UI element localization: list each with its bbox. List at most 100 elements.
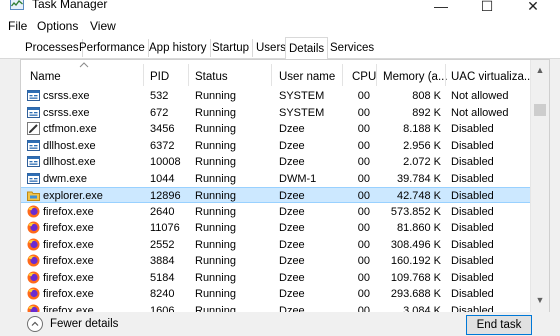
cell-cpu: 00 — [357, 139, 370, 152]
vertical-scrollbar[interactable]: ▲ ▼ — [530, 60, 549, 312]
cell-name: firefox.exe — [43, 205, 94, 218]
column-header-cpu[interactable]: CPU — [352, 71, 376, 83]
table-row[interactable]: firefox.exe 11076 Running Dzee 00 81.860 K Dis… — [21, 220, 531, 236]
ctfmon-pen-icon — [27, 122, 40, 135]
table-row[interactable]: dllhost.exe 6372 Running Dzee 00 2.956 K Disab… — [21, 138, 531, 154]
cell-uac: Disabled — [451, 139, 494, 152]
title-bar: Task Manager — ☐ ✕ — [0, 0, 560, 16]
tab-app-history[interactable]: App history — [146, 39, 211, 57]
scroll-up-arrow-icon[interactable]: ▲ — [531, 62, 549, 78]
cell-mem: 2.956 K — [403, 139, 441, 152]
column-divider[interactable] — [143, 64, 144, 86]
table-row[interactable]: firefox.exe 8240 Running Dzee 00 293.688 K Dis… — [21, 286, 531, 302]
cell-pid: 10008 — [150, 156, 181, 168]
cell-name: firefox.exe — [43, 288, 94, 300]
firefox-icon — [27, 205, 40, 218]
menu-file[interactable]: File — [8, 19, 27, 33]
tab-processes[interactable]: Processes — [22, 39, 83, 57]
cell-uac: Disabled — [451, 271, 494, 284]
cell-status: Running — [195, 255, 236, 267]
cell-mem: 42.748 K — [396, 190, 441, 202]
cell-user: Dzee — [279, 205, 305, 218]
column-header-status[interactable]: Status — [195, 71, 228, 83]
cell-uac: Disabled — [451, 205, 494, 218]
cell-name: dllhost.exe — [43, 156, 96, 168]
cell-uac: Disabled — [451, 123, 494, 135]
column-divider[interactable] — [445, 64, 446, 86]
cell-cpu: 00 — [357, 172, 370, 185]
table-row[interactable]: dwm.exe 1044 Running DWM-1 00 39.784 K Disable… — [21, 171, 531, 187]
scroll-thumb[interactable] — [534, 104, 546, 116]
cell-user: Dzee — [279, 156, 305, 168]
tab-startup[interactable]: Startup — [209, 39, 254, 57]
table-row[interactable]: firefox.exe 2552 Running Dzee 00 308.496 K Dis… — [21, 237, 531, 253]
system-process-icon — [27, 172, 40, 185]
task-manager-icon — [10, 0, 24, 10]
cell-mem: 109.768 K — [390, 271, 441, 284]
cell-status: Running — [195, 271, 236, 284]
menu-view[interactable]: View — [90, 19, 116, 33]
cell-mem: 8.188 K — [403, 123, 441, 135]
column-header-pid[interactable]: PID — [150, 71, 169, 83]
table-row[interactable]: firefox.exe 3884 Running Dzee 00 160.192 K Dis… — [21, 253, 531, 269]
system-process-icon — [27, 106, 40, 119]
cell-name: firefox.exe — [43, 238, 94, 251]
column-header-user-name[interactable]: User name — [279, 71, 335, 83]
cell-user: DWM-1 — [279, 172, 317, 185]
cell-uac: Not allowed — [451, 90, 509, 102]
cell-pid: 11076 — [150, 222, 180, 234]
cell-pid: 12896 — [150, 190, 181, 202]
cell-status: Running — [195, 238, 236, 251]
process-details-table: Name PID Status User name CPU Memory (a.… — [20, 59, 550, 313]
maximize-button[interactable]: ☐ — [464, 0, 510, 16]
menu-options[interactable]: Options — [37, 19, 78, 33]
column-divider[interactable] — [271, 64, 272, 86]
column-header-name[interactable]: Name — [30, 71, 61, 83]
column-header-memory[interactable]: Memory (a... — [383, 71, 448, 83]
system-process-icon — [27, 89, 40, 102]
cell-cpu: 00 — [357, 271, 370, 284]
cell-cpu: 00 — [357, 106, 370, 119]
tab-performance[interactable]: Performance — [76, 39, 149, 57]
table-row[interactable]: csrss.exe 532 Running SYSTEM 00 808 K Not allo… — [21, 88, 531, 104]
table-row[interactable]: firefox.exe 5184 Running Dzee 00 109.768 K Dis… — [21, 270, 531, 286]
cell-mem: 308.496 K — [390, 238, 441, 251]
cell-pid: 3456 — [150, 123, 175, 135]
cell-name: ctfmon.exe — [43, 123, 97, 135]
tab-services[interactable]: Services — [327, 39, 377, 57]
firefox-icon — [27, 254, 40, 267]
cell-mem: 2.072 K — [403, 156, 441, 168]
minimize-button[interactable]: — — [418, 0, 464, 16]
column-header-uac-virtualization[interactable]: UAC virtualiza... — [451, 71, 533, 83]
column-divider[interactable] — [188, 64, 189, 86]
cell-mem: 160.192 K — [390, 255, 441, 267]
table-row[interactable]: csrss.exe 672 Running SYSTEM 00 892 K Not allo… — [21, 105, 531, 121]
table-row-selected[interactable]: explorer.exe 12896 Running Dzee 00 42.748 K Di… — [21, 187, 531, 203]
footer-bar: Fewer details End task — [0, 312, 560, 336]
sort-ascending-icon — [79, 62, 89, 68]
table-row[interactable]: ctfmon.exe 3456 Running Dzee 00 8.188 K Disabl… — [21, 121, 531, 137]
cell-status: Running — [195, 288, 236, 300]
close-button[interactable]: ✕ — [510, 0, 556, 16]
cell-user: SYSTEM — [279, 90, 325, 102]
cell-pid: 8240 — [150, 288, 175, 300]
fewer-details-toggle[interactable] — [27, 316, 43, 332]
end-task-button[interactable]: End task — [466, 315, 532, 335]
fewer-details-link[interactable]: Fewer details — [50, 318, 118, 330]
cell-pid: 3884 — [150, 255, 175, 267]
cell-mem: 573.852 K — [390, 205, 441, 218]
tab-details[interactable]: Details — [285, 37, 329, 60]
cell-name: csrss.exe — [43, 90, 90, 102]
cell-uac: Disabled — [451, 190, 494, 202]
column-divider[interactable] — [376, 64, 377, 86]
cell-mem: 293.688 K — [390, 288, 441, 300]
cell-name: dwm.exe — [43, 172, 88, 185]
cell-mem: 81.860 K — [396, 222, 441, 234]
menu-bar: File Options View — [0, 16, 560, 36]
scroll-down-arrow-icon[interactable]: ▼ — [531, 292, 549, 308]
explorer-folder-icon — [27, 189, 40, 202]
table-row[interactable]: firefox.exe 2640 Running Dzee 00 573.852 K Dis… — [21, 204, 531, 220]
column-divider[interactable] — [342, 64, 343, 86]
table-row[interactable]: dllhost.exe 10008 Running Dzee 00 2.072 K Disa… — [21, 154, 531, 170]
cell-name: csrss.exe — [43, 106, 90, 119]
